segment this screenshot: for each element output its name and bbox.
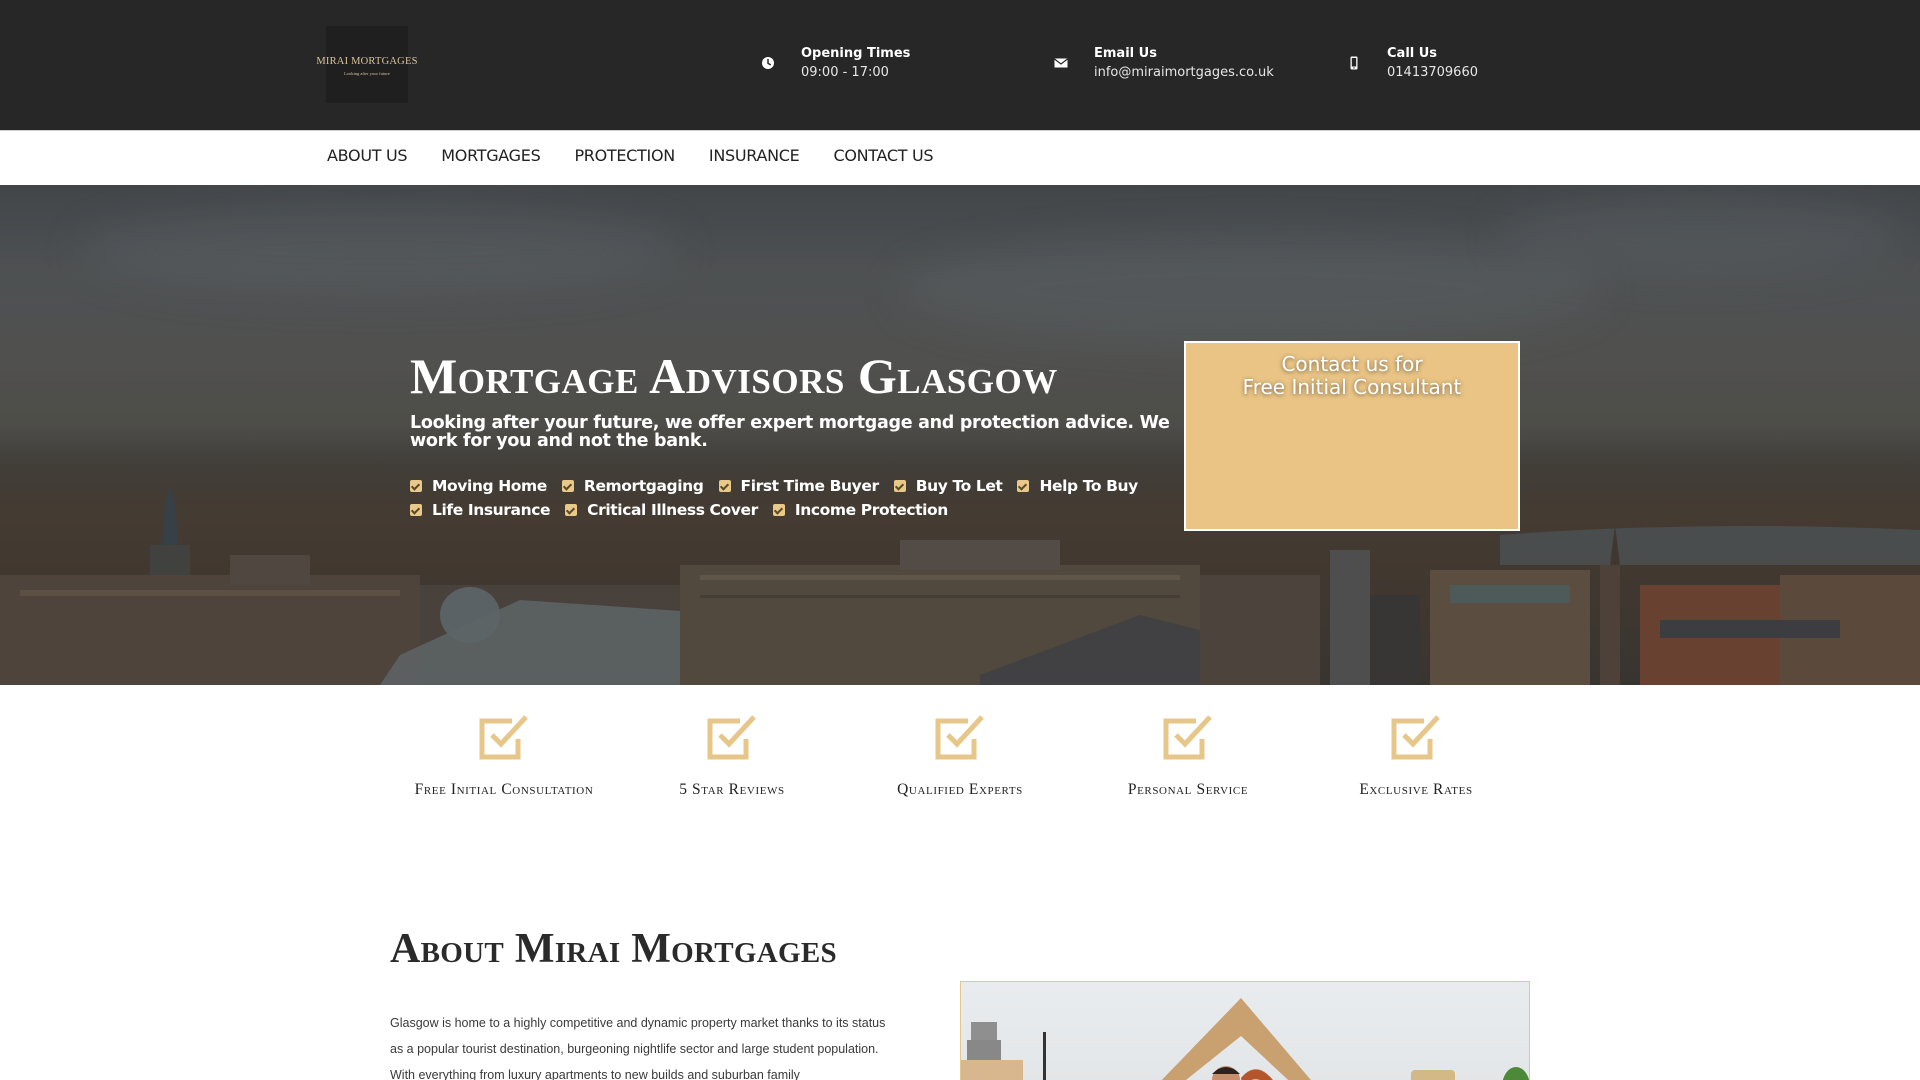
- features-section: Free Initial Consultation 5 Star Reviews…: [0, 685, 1920, 845]
- checkbox-checked-icon: [1017, 480, 1030, 492]
- contact-form-box[interactable]: Contact us for Free Initial Consultant: [1184, 341, 1520, 531]
- feature-free-initial-consultation: Free Initial Consultation: [390, 713, 618, 799]
- checkbox-checked-icon: [410, 504, 422, 516]
- checklist-item: Remortgaging: [561, 477, 704, 495]
- checkbox-checked-icon: [718, 480, 731, 492]
- checklist-item: Buy To Let: [893, 477, 1003, 495]
- about-image: [960, 981, 1530, 1080]
- checkbox-checked-icon: [561, 480, 574, 492]
- checklist-item: Moving Home: [410, 477, 547, 495]
- checklist-item-label: Moving Home: [432, 477, 547, 495]
- contact-box-line2: Free Initial Consultant: [1242, 375, 1462, 399]
- checklist-row: Life Insurance Critical Illness Cover In…: [410, 498, 1130, 522]
- checkbox-checked-icon: [410, 480, 422, 492]
- opening-times-title: Opening Times: [801, 46, 911, 61]
- feature-personal-service: Personal Service: [1074, 713, 1302, 799]
- checkbox-icon: [1391, 715, 1440, 760]
- couple-moving-boxes-image: [961, 998, 1529, 1080]
- logo[interactable]: MIRAI MORTGAGES Looking after your futur…: [316, 26, 417, 103]
- checkbox-icon: [935, 715, 984, 760]
- services-checklist: Moving Home Remortgaging First Time Buye…: [410, 474, 1138, 522]
- nav-protection[interactable]: PROTECTION: [574, 146, 675, 165]
- phone-link[interactable]: 01413709660: [1387, 65, 1478, 80]
- main-nav: ABOUT US MORTGAGES PROTECTION INSURANCE …: [0, 130, 1920, 185]
- checklist-item-label: Life Insurance: [432, 501, 551, 519]
- top-bar: MIRAI MORTGAGES Looking after your futur…: [0, 0, 1920, 130]
- hero-title: Mortgage Advisors Glasgow: [410, 348, 1058, 404]
- checklist-item: Help To Buy: [1017, 477, 1138, 495]
- logo-tagline: Looking after your future: [344, 71, 390, 76]
- about-text: Glasgow is home to a highly competitive …: [390, 1016, 886, 1080]
- mobile-phone-icon: [1350, 56, 1358, 70]
- checklist-item-label: Remortgaging: [583, 477, 704, 495]
- about-title: About Mirai Mortgages: [390, 926, 837, 972]
- clock-icon: [762, 57, 774, 69]
- checklist-item-label: Income Protection: [794, 501, 948, 519]
- feature-5-star-reviews: 5 Star Reviews: [618, 713, 846, 799]
- hero-section: Mortgage Advisors Glasgow Looking after …: [0, 185, 1920, 685]
- checkbox-icon: [1163, 715, 1212, 760]
- checklist-item: Life Insurance: [410, 501, 551, 519]
- checkbox-icon: [479, 715, 528, 760]
- checklist-item-label: Buy To Let: [915, 477, 1003, 495]
- checklist-item-label: First Time Buyer: [740, 477, 880, 495]
- checklist-item-label: Critical Illness Cover: [587, 501, 758, 519]
- nav-about-us[interactable]: ABOUT US: [327, 146, 408, 165]
- checklist-item-label: Help To Buy: [1039, 477, 1138, 495]
- call-title: Call Us: [1387, 46, 1438, 61]
- feature-label: Exclusive Rates: [1359, 781, 1473, 798]
- checkbox-checked-icon: [893, 480, 906, 492]
- nav-insurance[interactable]: INSURANCE: [709, 146, 800, 165]
- checklist-item: First Time Buyer: [718, 477, 880, 495]
- envelope-icon: [1054, 58, 1068, 68]
- email-link[interactable]: info@miraimortgages.co.uk: [1094, 65, 1274, 80]
- checklist-item: Income Protection: [772, 501, 948, 519]
- feature-label: Qualified Experts: [897, 781, 1023, 798]
- contact-box-line1: Contact us for: [1281, 352, 1423, 376]
- contact-box-heading: Contact us for Free Initial Consultant: [1186, 353, 1518, 399]
- nav-contact-us[interactable]: CONTACT US: [833, 146, 933, 165]
- checkbox-checked-icon: [772, 504, 785, 516]
- feature-label: 5 Star Reviews: [679, 781, 785, 798]
- feature-exclusive-rates: Exclusive Rates: [1302, 713, 1530, 799]
- checklist-item: Critical Illness Cover: [565, 501, 758, 519]
- email-title: Email Us: [1094, 46, 1157, 61]
- checkbox-icon: [707, 715, 756, 760]
- opening-times-value: 09:00 - 17:00: [801, 65, 889, 80]
- feature-label: Free Initial Consultation: [414, 781, 594, 798]
- checklist-row: Moving Home Remortgaging First Time Buye…: [410, 474, 1138, 498]
- feature-label: Personal Service: [1127, 781, 1249, 798]
- logo-name: MIRAI MORTGAGES: [316, 56, 418, 67]
- checkbox-checked-icon: [565, 504, 578, 516]
- feature-qualified-experts: Qualified Experts: [846, 713, 1074, 799]
- hero-subtitle: Looking after your future, we offer expe…: [410, 413, 1170, 451]
- nav-mortgages[interactable]: MORTGAGES: [441, 146, 540, 165]
